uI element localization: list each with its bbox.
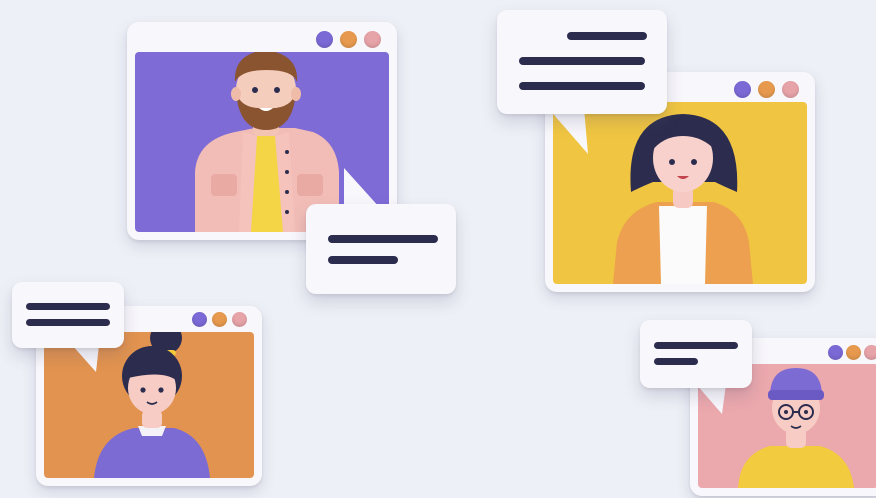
- window-dot-pink: [864, 345, 876, 360]
- window-dot-orange: [758, 81, 775, 98]
- message-line: [654, 358, 698, 365]
- message-line: [519, 82, 645, 90]
- message-line: [567, 32, 647, 40]
- window-dot-orange: [340, 31, 357, 48]
- window-dot-orange: [212, 312, 227, 327]
- message-line: [26, 319, 110, 326]
- message-line: [328, 256, 398, 264]
- chat-bubble-woman-bob-hair: [497, 10, 667, 114]
- message-line: [26, 303, 110, 310]
- window-dot-pink: [232, 312, 247, 327]
- video-chat-illustration: [0, 0, 876, 498]
- window-dot-orange: [846, 345, 861, 360]
- message-line: [328, 235, 438, 243]
- message-line: [654, 342, 738, 349]
- chat-bubble-bearded-man: [306, 204, 456, 294]
- chat-bubble-man-beanie: [640, 320, 752, 388]
- chat-bubble-tail: [696, 384, 726, 414]
- window-dot-purple: [316, 31, 333, 48]
- chat-bubble-tail: [548, 108, 588, 154]
- window-dot-pink: [364, 31, 381, 48]
- window-dot-purple: [192, 312, 207, 327]
- window-dot-purple: [828, 345, 843, 360]
- window-dot-purple: [734, 81, 751, 98]
- message-line: [519, 57, 645, 65]
- window-dot-pink: [782, 81, 799, 98]
- chat-bubble-woman-bun: [12, 282, 124, 348]
